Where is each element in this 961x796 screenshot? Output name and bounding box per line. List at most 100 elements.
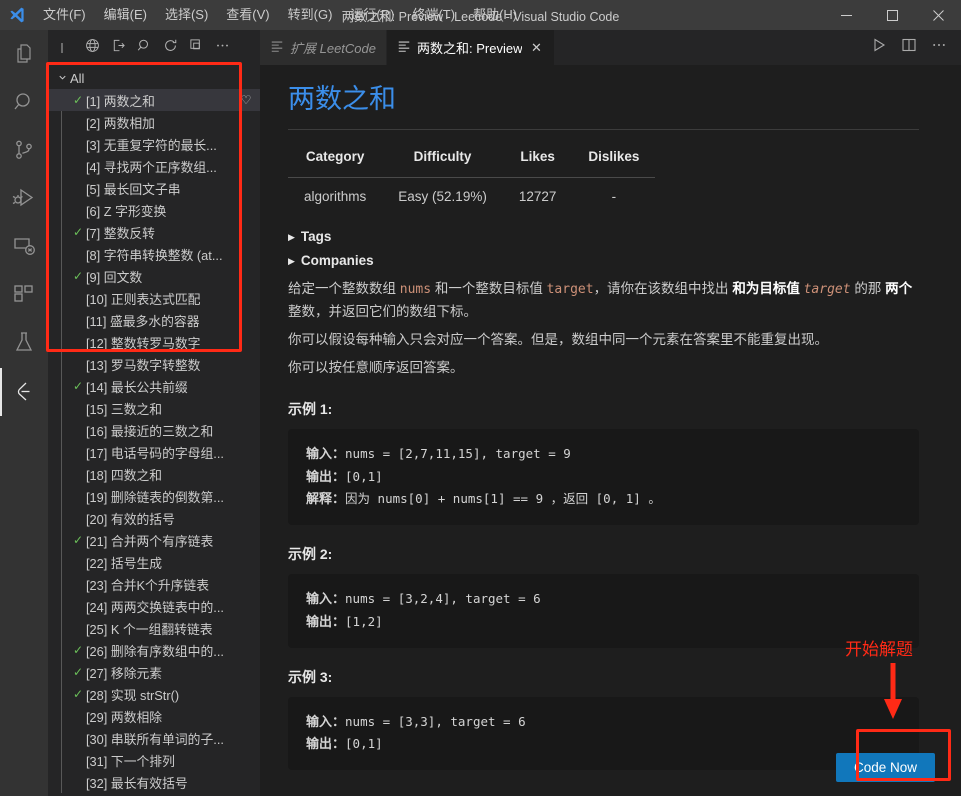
remote-explorer-icon	[12, 234, 36, 263]
list-item-label: [20] 有效的括号	[86, 511, 175, 527]
examples-section: 示例 1: 输入：nums = [2,7,11,15], target = 9 输…	[288, 398, 919, 771]
split-editor-button[interactable]	[895, 34, 923, 62]
tab-extension-leetcode[interactable]: 扩展 LeetCode	[260, 30, 387, 65]
list-item-content: [19] 删除链表的倒数第...	[48, 487, 254, 506]
list-item[interactable]: [31] 下一个排列	[48, 749, 260, 771]
list-item[interactable]: [13] 罗马数字转整数	[48, 353, 260, 375]
activitybar-leetcode[interactable]	[0, 368, 48, 416]
activitybar-run-and-debug[interactable]	[0, 176, 48, 224]
list-item[interactable]: [22] 括号生成	[48, 551, 260, 573]
list-item[interactable]: [15] 三数之和	[48, 397, 260, 419]
list-item[interactable]: [19] 删除链表的倒数第...	[48, 485, 260, 507]
menu-help[interactable]: 帮助(H)	[464, 0, 526, 30]
list-item-label: [4] 寻找两个正序数组...	[86, 159, 217, 175]
menu-selection[interactable]: 选择(S)	[156, 0, 217, 30]
collapse-all-button[interactable]	[184, 36, 208, 60]
list-item-content: [8] 字符串转换整数 (at...	[48, 245, 254, 264]
list-item[interactable]: [17] 电话号码的字母组...	[48, 441, 260, 463]
preview-icon	[397, 39, 411, 56]
list-item[interactable]: [30] 串联所有单词的子...	[48, 727, 260, 749]
chevron-down-icon	[54, 72, 70, 85]
menu-terminal[interactable]: 终端(T)	[403, 0, 464, 30]
list-item-label: [10] 正则表达式匹配	[86, 291, 201, 307]
list-item[interactable]: ✓ [28] 实现 strStr()	[48, 683, 260, 705]
list-item[interactable]: ✓ [1] 两数之和 ♡	[48, 89, 260, 111]
companies-collapsible[interactable]: ▶ Companies	[288, 250, 919, 272]
endpoint-globe-icon	[85, 38, 100, 58]
maximize-button[interactable]	[869, 0, 915, 30]
menu-go[interactable]: 转到(G)	[279, 0, 342, 30]
example-line-value: 因为 nums[0] + nums[1] == 9 ，返回 [0, 1] 。	[345, 491, 661, 507]
menu-run[interactable]: 运行(R)	[341, 0, 403, 30]
list-item[interactable]: [12] 整数转罗马数字	[48, 331, 260, 353]
activitybar-remote-explorer[interactable]	[0, 224, 48, 272]
activitybar-search[interactable]	[0, 80, 48, 128]
minimize-button[interactable]	[823, 0, 869, 30]
list-item[interactable]: ✓ [27] 移除元素	[48, 661, 260, 683]
sidebar-search-button[interactable]	[132, 36, 156, 60]
list-item-content: [23] 合并K个升序链表	[48, 575, 254, 594]
endpoint-globe-button[interactable]	[80, 36, 104, 60]
refresh-button[interactable]	[158, 36, 182, 60]
close-icon[interactable]: ✕	[528, 40, 544, 56]
tab-label: 两数之和: Preview	[417, 41, 523, 56]
sign-in-button[interactable]	[106, 36, 130, 60]
list-item-label: [13] 罗马数字转整数	[86, 357, 201, 373]
list-item[interactable]: ✓ [14] 最长公共前缀	[48, 375, 260, 397]
list-item[interactable]: [20] 有效的括号	[48, 507, 260, 529]
list-item[interactable]: [11] 盛最多水的容器	[48, 309, 260, 331]
list-item[interactable]: [10] 正则表达式匹配	[48, 287, 260, 309]
list-item[interactable]: [4] 寻找两个正序数组...	[48, 155, 260, 177]
list-item[interactable]: [16] 最接近的三数之和	[48, 419, 260, 441]
list-item[interactable]: ✓ [26] 删除有序数组中的...	[48, 639, 260, 661]
more-actions-button[interactable]	[210, 36, 234, 60]
problem-tree[interactable]: All ✓ [1] 两数之和 ♡ [2] 两数相加 [3] 无重复字符的最长... [4]…	[48, 65, 260, 796]
list-item[interactable]: [24] 两两交换链表中的...	[48, 595, 260, 617]
menu-bar[interactable]: 文件(F) 编辑(E) 选择(S) 查看(V) 转到(G) 运行(R) 终端(T…	[34, 0, 526, 30]
list-item[interactable]: [29] 两数相除	[48, 705, 260, 727]
list-item[interactable]: ✓ [21] 合并两个有序链表	[48, 529, 260, 551]
tab-bar: 扩展 LeetCode 两数之和: Preview ✕	[260, 30, 961, 65]
list-item[interactable]: [2] 两数相加	[48, 111, 260, 133]
table-row: algorithms Easy (52.19%) 12727 -	[288, 177, 655, 212]
list-item[interactable]: [25] K 个一组翻转链表	[48, 617, 260, 639]
tree-group-all[interactable]: All	[48, 67, 260, 89]
list-item[interactable]: [32] 最长有效括号	[48, 771, 260, 793]
code-now-button[interactable]: Code Now	[835, 753, 935, 782]
list-item-content: [4] 寻找两个正序数组...	[48, 157, 254, 176]
list-item[interactable]: [8] 字符串转换整数 (at...	[48, 243, 260, 265]
list-item[interactable]: [23] 合并K个升序链表	[48, 573, 260, 595]
list-item-content: ✓ [14] 最长公共前缀	[48, 377, 254, 396]
run-button[interactable]	[865, 34, 893, 62]
list-item[interactable]: [6] Z 字形变换	[48, 199, 260, 221]
more-actions-icon	[215, 38, 230, 58]
menu-edit[interactable]: 编辑(E)	[95, 0, 156, 30]
list-item[interactable]: [18] 四数之和	[48, 463, 260, 485]
solved-check-icon: ✓	[72, 269, 84, 283]
tab-two-sum-preview[interactable]: 两数之和: Preview ✕	[387, 30, 556, 65]
activitybar-files-explorer[interactable]	[0, 32, 48, 80]
list-item-label: [18] 四数之和	[86, 467, 163, 483]
list-item[interactable]: ✓ [9] 回文数	[48, 265, 260, 287]
list-item[interactable]: [3] 无重复字符的最长...	[48, 133, 260, 155]
activitybar-testing[interactable]	[0, 320, 48, 368]
close-button[interactable]	[915, 0, 961, 30]
list-item[interactable]: ✓ [7] 整数反转	[48, 221, 260, 243]
more-actions-button[interactable]	[925, 34, 953, 62]
run-play-icon	[871, 37, 887, 58]
menu-view[interactable]: 查看(V)	[217, 0, 278, 30]
example-title: 示例 1:	[288, 400, 333, 417]
list-item-content: ✓ [9] 回文数	[48, 267, 254, 286]
activitybar-extensions[interactable]	[0, 272, 48, 320]
tags-collapsible[interactable]: ▶ Tags	[288, 226, 919, 248]
menu-file[interactable]: 文件(F)	[34, 0, 95, 30]
preview-icon	[270, 39, 284, 56]
favorite-heart-icon[interactable]: ♡	[238, 93, 254, 107]
files-explorer-icon	[12, 42, 36, 71]
activitybar-source-control[interactable]	[0, 128, 48, 176]
list-item-label: [28] 实现 strStr()	[86, 687, 180, 703]
list-item-content: [15] 三数之和	[48, 399, 254, 418]
preview-scrollbar[interactable]	[947, 65, 961, 796]
refresh-icon	[163, 38, 178, 58]
list-item[interactable]: [5] 最长回文子串	[48, 177, 260, 199]
